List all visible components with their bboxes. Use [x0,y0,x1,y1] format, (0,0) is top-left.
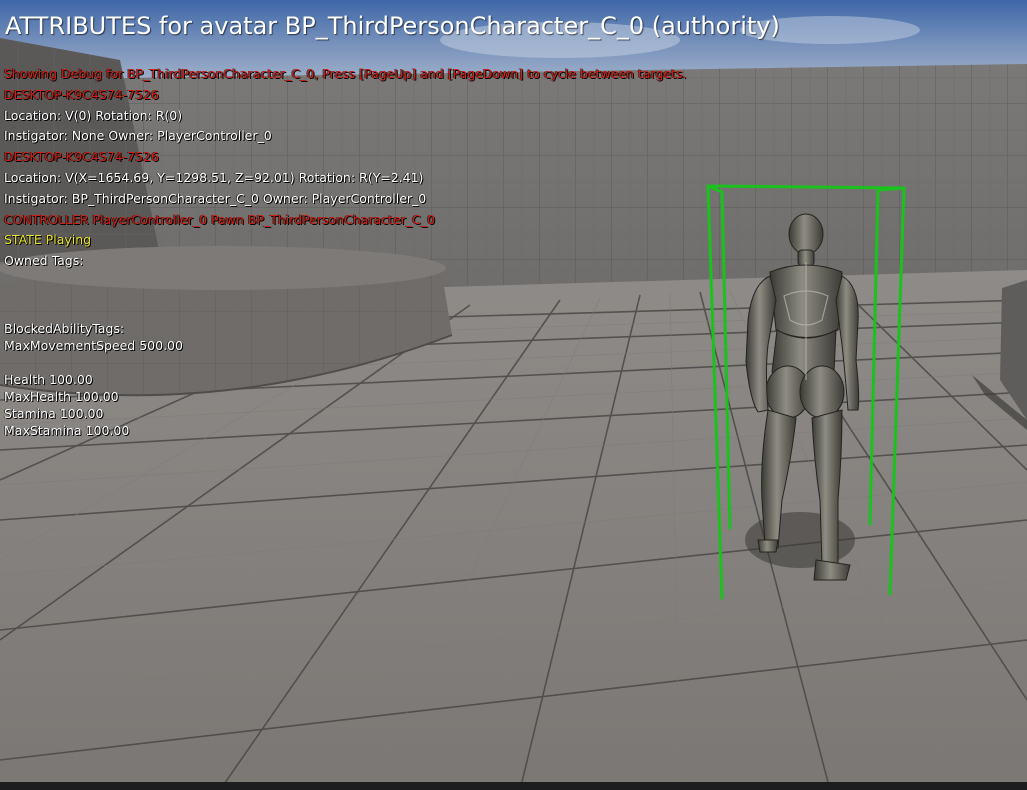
debug-line-5: DESKTOP-K9C4S74-7526 [4,149,159,165]
blocked-ability-tags-label: BlockedAbilityTags: [4,321,125,336]
debug-line-4: Instigator: None Owner: PlayerController… [4,128,272,144]
blocked-tags-block: BlockedAbilityTags: MaxMovementSpeed 500… [4,320,183,354]
debug-overlay: Showing Debug for BP_ThirdPersonCharacte… [4,64,764,438]
debug-line-1: Showing Debug for BP_ThirdPersonCharacte… [4,66,687,81]
debug-line-7: Instigator: BP_ThirdPersonCharacter_C_0 … [4,190,427,206]
attribute-stamina: Stamina 100.00 [4,406,104,421]
attribute-health: Health 100.00 [4,372,93,387]
max-movement-speed: MaxMovementSpeed 500.00 [4,338,183,353]
attribute-list: Health 100.00 MaxHealth 100.00 Stamina 1… [4,371,129,439]
debug-line-8: CONTROLLER PlayerController_0 Pawn BP_Th… [4,211,436,227]
attribute-max-stamina: MaxStamina 100.00 [4,423,130,438]
viewport-bottom-edge [0,782,1027,790]
game-viewport[interactable]: ATTRIBUTES for avatar BP_ThirdPersonChar… [0,0,1027,790]
debug-line-2: DESKTOP-K9C4S74-7526 [4,86,159,102]
debug-line-3: Location: V(0) Rotation: R(0) [4,107,183,123]
debug-line-10: Owned Tags: [4,253,84,269]
debug-line-9: STATE Playing [4,232,92,248]
debug-line-6: Location: V(X=1654.69, Y=1298.51, Z=92.0… [4,169,424,185]
attribute-max-health: MaxHealth 100.00 [4,389,119,404]
attributes-title: ATTRIBUTES for avatar BP_ThirdPersonChar… [5,12,780,40]
